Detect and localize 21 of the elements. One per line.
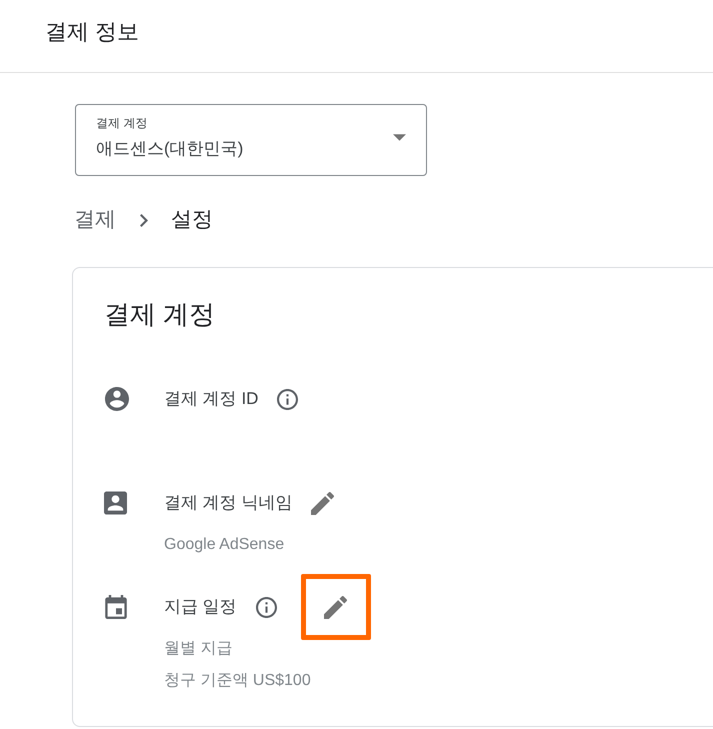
card-title: 결제 계정 — [104, 298, 216, 331]
page-title: 결제 정보 — [45, 18, 140, 46]
calendar-icon — [104, 595, 128, 619]
person-card-icon — [104, 491, 127, 515]
setting-label: 결제 계정 ID — [164, 388, 258, 410]
setting-label: 지급 일정 — [164, 596, 237, 618]
edit-button[interactable] — [311, 492, 334, 514]
setting-label: 결제 계정 닉네임 — [164, 492, 292, 514]
chevron-icon — [140, 214, 148, 226]
setting-value: Google AdSense — [164, 535, 284, 555]
caret-icon — [393, 134, 406, 140]
breadcrumb-current: 설정 — [171, 207, 213, 233]
pencil-icon — [311, 492, 334, 514]
info-icon[interactable] — [256, 596, 277, 618]
pencil-icon — [324, 596, 348, 618]
breadcrumb-link[interactable]: 결제 — [74, 206, 116, 234]
account-select[interactable]: 결제 계정 애드센스(대한민국) — [75, 104, 427, 176]
edit-button[interactable] — [324, 596, 348, 618]
info-icon[interactable] — [277, 388, 298, 410]
setting-value: 월별 지급 — [164, 639, 232, 659]
setting-value: 청구 기준액 US$100 — [164, 671, 311, 691]
